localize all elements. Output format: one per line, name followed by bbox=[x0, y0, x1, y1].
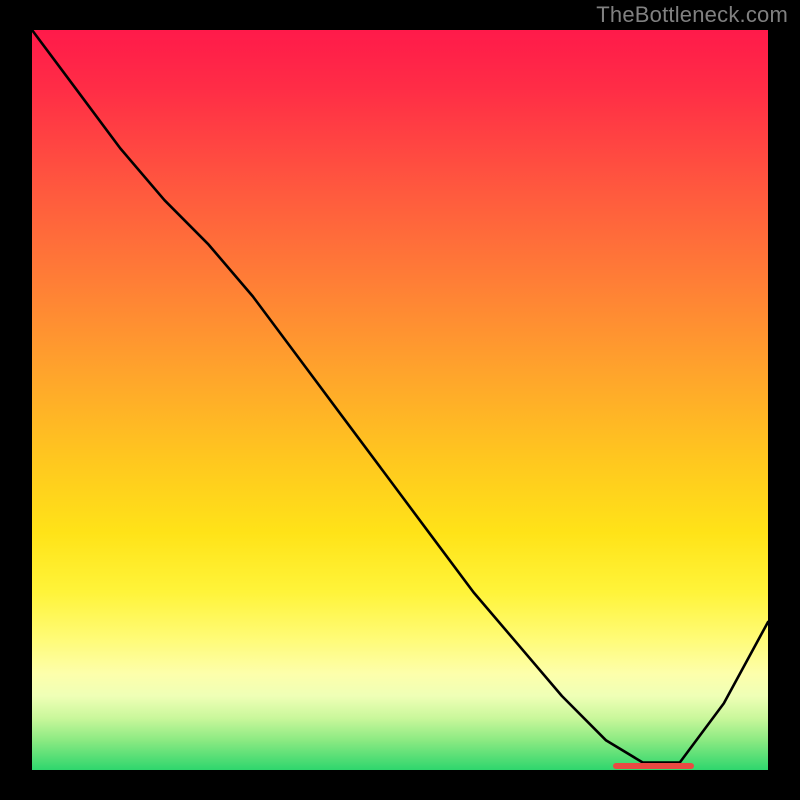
attribution-text: TheBottleneck.com bbox=[596, 2, 788, 28]
line-series bbox=[32, 30, 768, 763]
bottleneck-curve bbox=[32, 30, 768, 770]
plot-area bbox=[32, 30, 768, 770]
chart-frame: TheBottleneck.com bbox=[0, 0, 800, 800]
minimum-marker-bar bbox=[613, 763, 694, 769]
